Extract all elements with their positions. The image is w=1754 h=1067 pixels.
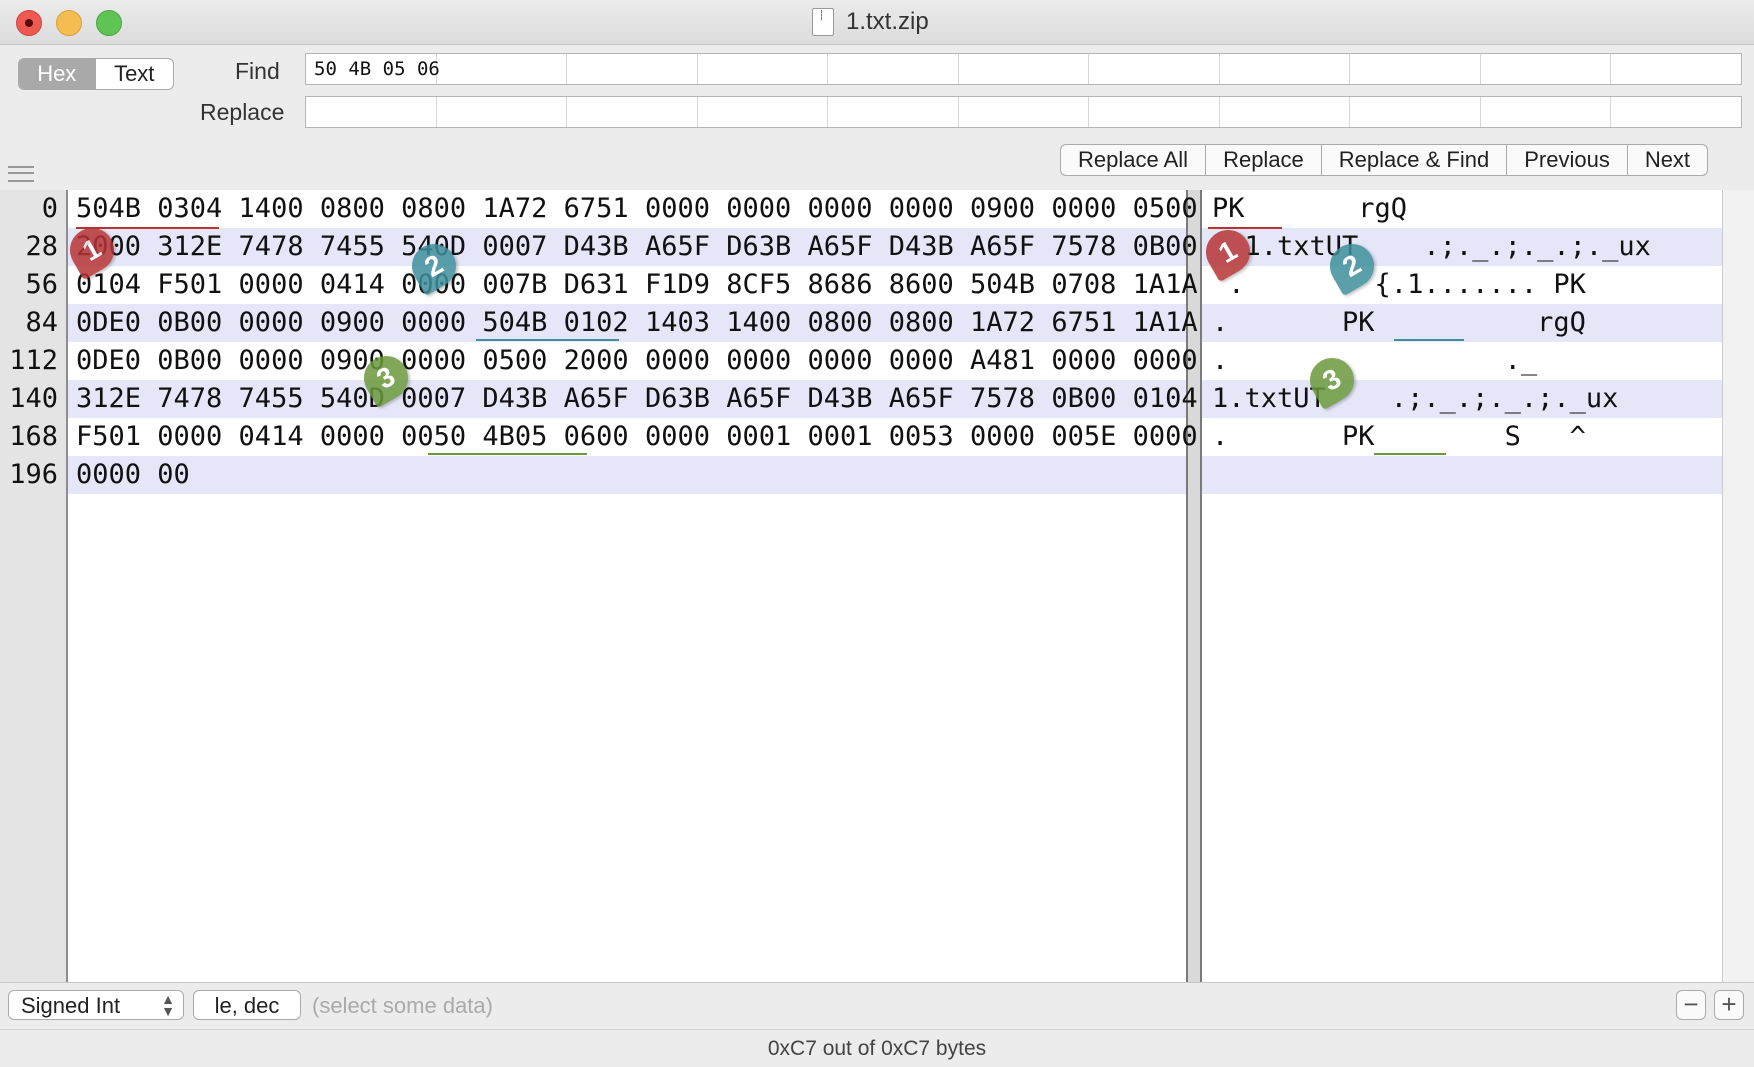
hex-bytes: 0DE0 0B00 0000 0900 0000 504B 0102 1403 … [76, 307, 1198, 338]
find-field[interactable]: 50 4B 05 06 [305, 53, 1742, 85]
find-label: Find [235, 58, 280, 84]
scroll-track[interactable] [1722, 190, 1754, 982]
zoom-window-button[interactable] [96, 10, 122, 36]
offset-cell: 0 [0, 190, 66, 228]
offset-label: 140 [9, 383, 58, 414]
inspector-hint: (select some data) [312, 993, 493, 1018]
offset-label: 196 [9, 459, 58, 490]
hex-mode-button[interactable]: Hex [19, 59, 95, 89]
drag-handle-icon[interactable] [8, 166, 34, 182]
replace-all-button[interactable]: Replace All [1061, 145, 1205, 175]
hex-bytes: 0DE0 0B00 0000 0900 0000 0500 2000 0000 … [76, 345, 1198, 376]
replace-label: Replace [200, 99, 285, 125]
offset-cell: 140 [0, 380, 66, 418]
offset-cell: 56 [0, 266, 66, 304]
data-type-select[interactable]: Signed Int ▲ ▼ [8, 990, 184, 1020]
offset-cell: 168 [0, 418, 66, 456]
zip-document-icon [812, 8, 834, 36]
text-chars: . PK S ^ [1212, 421, 1586, 452]
text-row[interactable] [1202, 456, 1722, 494]
offset-label: 112 [9, 345, 58, 376]
offset-cell: 84 [0, 304, 66, 342]
offset-cell: 112 [0, 342, 66, 380]
window-title: 1.txt.zip [846, 8, 929, 35]
replace-field[interactable] [305, 96, 1742, 128]
hex-row[interactable]: 0DE0 0B00 0000 0900 0000 0500 2000 0000 … [68, 342, 1198, 380]
hex-row[interactable]: 0DE0 0B00 0000 0900 0000 504B 0102 1403 … [68, 304, 1198, 342]
match-underline [1394, 339, 1464, 341]
endianness-button[interactable]: le, dec [193, 990, 301, 1020]
up-down-arrows-icon: ▲ ▼ [161, 991, 175, 1019]
hex-bytes: 312E 7478 7455 540D 0007 D43B A65F D63B … [76, 383, 1198, 414]
text-chars: 1.txtUT .;._.;._.;._ux [1212, 383, 1619, 414]
match-underline [1374, 453, 1446, 455]
find-field-value: 50 4B 05 06 [314, 58, 440, 80]
data-type-value: Signed Int [21, 993, 121, 1018]
next-button[interactable]: Next [1626, 145, 1707, 175]
match-underline [1208, 227, 1282, 229]
hex-row[interactable]: 312E 7478 7455 540D 0007 D43B A65F D63B … [68, 380, 1198, 418]
hex-bytes: 0000 00 [76, 459, 190, 490]
offset-label: 0 [41, 193, 58, 224]
hex-bytes: 504B 0304 1400 0800 0800 1A72 6751 0000 … [76, 193, 1198, 224]
add-inspector-button[interactable]: + [1714, 990, 1744, 1020]
offset-label: 56 [25, 269, 58, 300]
replace-button[interactable]: Replace [1205, 145, 1321, 175]
text-chars: . PK rgQ [1212, 307, 1586, 338]
close-window-button[interactable] [16, 10, 42, 36]
hex-bytes: F501 0000 0414 0000 0050 4B05 0600 0000 … [76, 421, 1198, 452]
hex-row[interactable]: 504B 0304 1400 0800 0800 1A72 6751 0000 … [68, 190, 1198, 228]
hex-row[interactable]: F501 0000 0414 0000 0050 4B05 0600 0000 … [68, 418, 1198, 456]
text-chars: 1.txtUT .;._.;._.;._ux [1212, 231, 1651, 262]
text-row[interactable]: 1.txtUT .;._.;._.;._ux [1202, 228, 1722, 266]
text-row[interactable]: PK rgQ [1202, 190, 1722, 228]
minimize-window-button[interactable] [56, 10, 82, 36]
offset-cell: 28 [0, 228, 66, 266]
text-chars: PK rgQ [1212, 193, 1408, 224]
find-replace-button-group: Replace All Replace Replace & Find Previ… [1060, 144, 1709, 176]
remove-inspector-button[interactable]: − [1676, 990, 1706, 1020]
replace-and-find-button[interactable]: Replace & Find [1320, 145, 1506, 175]
hex-row[interactable]: 2000 312E 7478 7455 540D 0007 D43B A65F … [68, 228, 1198, 266]
offset-label: 168 [9, 421, 58, 452]
text-row[interactable]: . PK rgQ [1202, 304, 1722, 342]
text-row[interactable]: . {.1....... PK [1202, 266, 1722, 304]
hex-bytes: 2000 312E 7478 7455 540D 0007 D43B A65F … [76, 231, 1198, 262]
offset-label: 28 [25, 231, 58, 262]
offset-cell: 196 [0, 456, 66, 494]
offset-label: 84 [25, 307, 58, 338]
match-underline [476, 339, 619, 341]
text-row[interactable]: . PK S ^ [1202, 418, 1722, 456]
previous-button[interactable]: Previous [1506, 145, 1627, 175]
hex-bytes: 0104 F501 0000 0414 0000 007B D631 F1D9 … [76, 269, 1198, 300]
hex-row[interactable]: 0104 F501 0000 0414 0000 007B D631 F1D9 … [68, 266, 1198, 304]
byte-count-status: 0xC7 out of 0xC7 bytes [767, 1037, 987, 1060]
text-chars: . ._ [1212, 345, 1538, 376]
match-underline [428, 453, 587, 455]
text-row[interactable]: 1.txtUT .;._.;._.;._ux [1202, 380, 1722, 418]
hex-row[interactable]: 0000 00 [68, 456, 1186, 494]
text-row[interactable]: . ._ [1202, 342, 1722, 380]
text-mode-button[interactable]: Text [94, 59, 174, 89]
view-mode-segmented-control: Hex Text [18, 58, 174, 90]
text-chars: . {.1....... PK [1212, 269, 1586, 300]
